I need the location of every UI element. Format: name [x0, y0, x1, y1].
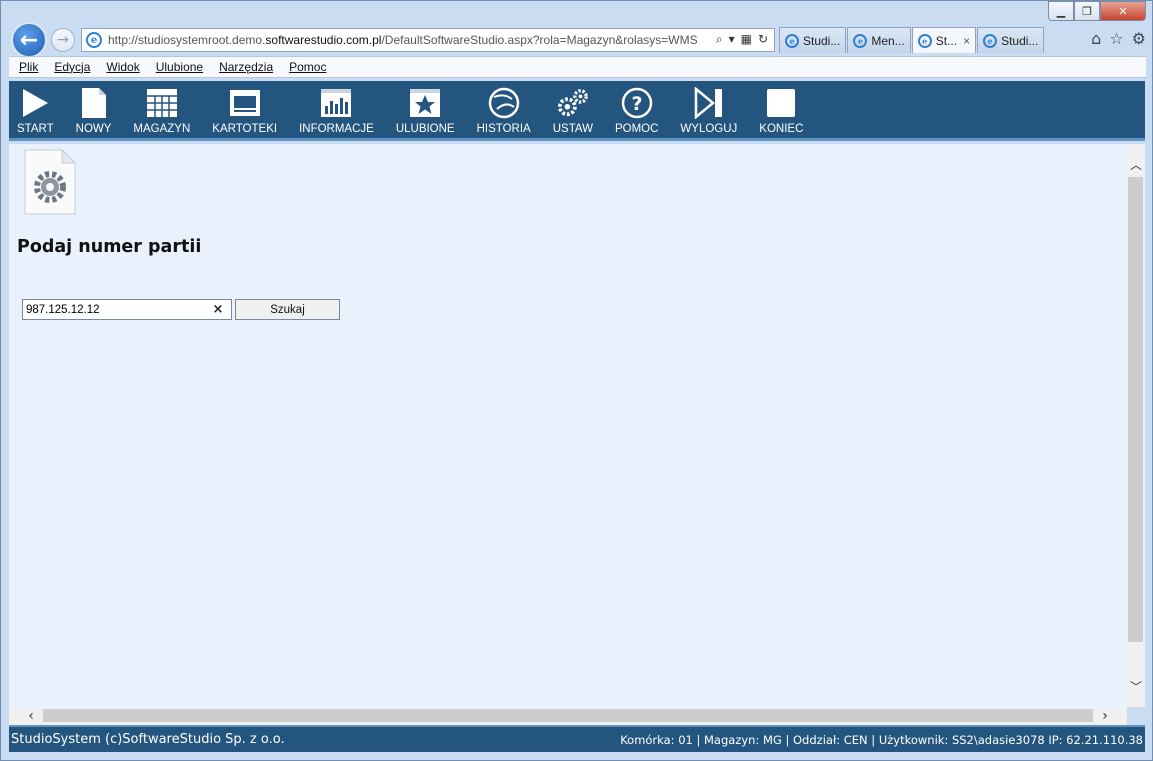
ie-icon: e — [853, 33, 868, 48]
new-document-icon — [78, 87, 110, 119]
card-index-icon — [229, 87, 261, 119]
toolbar-label: NOWY — [75, 123, 112, 135]
compatibility-icon[interactable]: ▦ — [741, 32, 752, 47]
address-bar[interactable]: e http://studiosystemroot.demo.softwares… — [81, 28, 775, 52]
refresh-icon[interactable]: ↻ — [758, 32, 768, 47]
search-icon[interactable]: ⌕ — [716, 32, 723, 47]
session-info: Komórka: 01 | Magazyn: MG | Oddział: CEN… — [620, 732, 1143, 747]
toolbar-ustaw-button[interactable]: USTAW — [553, 81, 593, 138]
toolbar-magazyn-button[interactable]: MAGAZYN — [133, 81, 190, 138]
toolbar-label: USTAW — [552, 123, 593, 135]
ie-icon: e — [917, 33, 932, 48]
tab-1[interactable]: e Studi... — [779, 27, 847, 53]
ie-icon: e — [785, 33, 799, 48]
star-icon — [409, 87, 441, 119]
scroll-down-icon[interactable]: ﹀ — [1127, 676, 1145, 696]
toolbar-wyloguj-button[interactable]: WYLOGUJ — [680, 81, 737, 138]
toolbar-label: INFORMACJE — [299, 123, 374, 135]
search-button[interactable]: Szukaj — [235, 299, 340, 320]
close-tab-icon[interactable]: × — [963, 34, 970, 48]
close-window-button[interactable]: ✕ — [1100, 1, 1146, 21]
main-content: Podaj numer partii × Szukaj — [9, 144, 1127, 707]
scroll-up-icon[interactable]: ︿ — [1127, 154, 1145, 174]
bar-chart-icon — [320, 87, 352, 119]
toolbar-nowy-button[interactable]: NOWY — [75, 81, 112, 138]
ie-icon: e — [86, 32, 102, 48]
horizontal-scroll-thumb[interactable] — [43, 709, 1093, 722]
menu-item-edycja[interactable]: Edycja — [54, 60, 90, 74]
scroll-left-icon[interactable]: ‹ — [21, 707, 41, 725]
home-icon[interactable]: ⌂ — [1091, 29, 1101, 48]
batch-number-field[interactable]: × — [22, 299, 232, 320]
url-text[interactable]: http://studiosystemroot.demo.softwarestu… — [108, 33, 708, 47]
horizontal-scrollbar[interactable]: ‹ › — [9, 707, 1127, 725]
tab-3-active[interactable]: e St... × — [911, 27, 977, 53]
browser-window: ▁ ❐ ✕ ← → e http://studiosystemroot.demo… — [0, 0, 1153, 761]
svg-text:?: ? — [631, 93, 642, 115]
toolbar-label: MAGAZYN — [133, 123, 191, 135]
vertical-scrollbar[interactable]: ︿ ﹀ — [1127, 144, 1145, 707]
status-bar: StudioSystem (c)SoftwareStudio Sp. z o.o… — [9, 725, 1145, 752]
menu-item-narzedzia[interactable]: Narzędzia — [219, 60, 273, 74]
minimize-button[interactable]: ▁ — [1048, 1, 1074, 21]
tab-label: Studi... — [1001, 33, 1039, 48]
tab-2[interactable]: e Men... — [847, 27, 911, 53]
toolbar-label: WYLOGUJ — [680, 123, 738, 135]
forward-button[interactable]: → — [51, 28, 75, 52]
tab-label: Studi... — [803, 33, 841, 48]
toolbar-label: START — [17, 123, 54, 135]
clear-icon[interactable]: × — [209, 302, 227, 317]
toolbar-kartoteki-button[interactable]: KARTOTEKI — [212, 81, 277, 138]
history-icon — [488, 87, 520, 119]
tab-4[interactable]: e Studi... — [977, 27, 1045, 53]
logout-icon — [693, 87, 725, 119]
window-controls: ▁ ❐ ✕ — [1048, 1, 1146, 21]
scroll-right-icon[interactable]: › — [1095, 707, 1115, 725]
tab-strip: e Studi... e Men... e St... × e Studi... — [779, 27, 1045, 53]
toolbar-ulubione-button[interactable]: ULUBIONE — [396, 81, 455, 138]
toolbar-label: HISTORIA — [476, 123, 531, 135]
tab-label: Men... — [871, 33, 905, 48]
play-icon — [19, 87, 51, 119]
restore-button[interactable]: ❐ — [1074, 1, 1100, 21]
toolbar-label: KARTOTEKI — [212, 123, 278, 135]
menu-bar: Plik Edycja Widok Ulubione Narzędzia Pom… — [9, 56, 1146, 78]
address-tools: ⌕ ▾ ▦ ↻ — [716, 32, 768, 47]
toolbar-label: KONIEC — [759, 123, 804, 135]
arrow-right-icon: → — [57, 32, 69, 48]
browser-icons: ⌂ ☆ ⚙ — [1091, 29, 1146, 48]
menu-item-widok[interactable]: Widok — [106, 60, 139, 74]
toolbar-informacje-button[interactable]: INFORMACJE — [299, 81, 374, 138]
favorites-star-icon[interactable]: ☆ — [1109, 29, 1123, 48]
dropdown-icon[interactable]: ▾ — [729, 32, 735, 47]
toolbar-label: ULUBIONE — [395, 123, 455, 135]
navigation-bar: ← → e http://studiosystemroot.demo.softw… — [9, 21, 1146, 58]
settings-document-icon — [24, 148, 77, 215]
copyright-text: StudioSystem (c)SoftwareStudio Sp. z o.o… — [11, 732, 285, 747]
tab-label: St... — [935, 33, 958, 48]
toolbar-koniec-button[interactable]: KONIEC — [759, 81, 803, 138]
warehouse-grid-icon — [146, 87, 178, 119]
toolbar-start-button[interactable]: START — [17, 81, 54, 138]
menu-item-plik[interactable]: Plik — [19, 60, 38, 74]
help-icon: ? — [621, 87, 653, 119]
toolbar-label: POMOC — [614, 123, 659, 135]
menu-item-pomoc[interactable]: Pomoc — [289, 60, 326, 74]
back-button[interactable]: ← — [11, 22, 47, 58]
ie-icon: e — [983, 33, 998, 48]
settings-gear-icon[interactable]: ⚙ — [1132, 29, 1146, 48]
vertical-scroll-thumb[interactable] — [1128, 177, 1143, 642]
gears-icon — [557, 87, 589, 119]
menu-item-ulubione[interactable]: Ulubione — [156, 60, 203, 74]
arrow-left-icon: ← — [19, 27, 39, 53]
toolbar-historia-button[interactable]: HISTORIA — [477, 81, 531, 138]
batch-number-input[interactable] — [23, 300, 209, 319]
app-toolbar: START NOWY MAGAZYN KARTOTEKI INFORMACJE … — [9, 81, 1145, 141]
page-title: Podaj numer partii — [17, 237, 202, 257]
stop-icon — [765, 87, 797, 119]
toolbar-pomoc-button[interactable]: ? POMOC — [615, 81, 658, 138]
